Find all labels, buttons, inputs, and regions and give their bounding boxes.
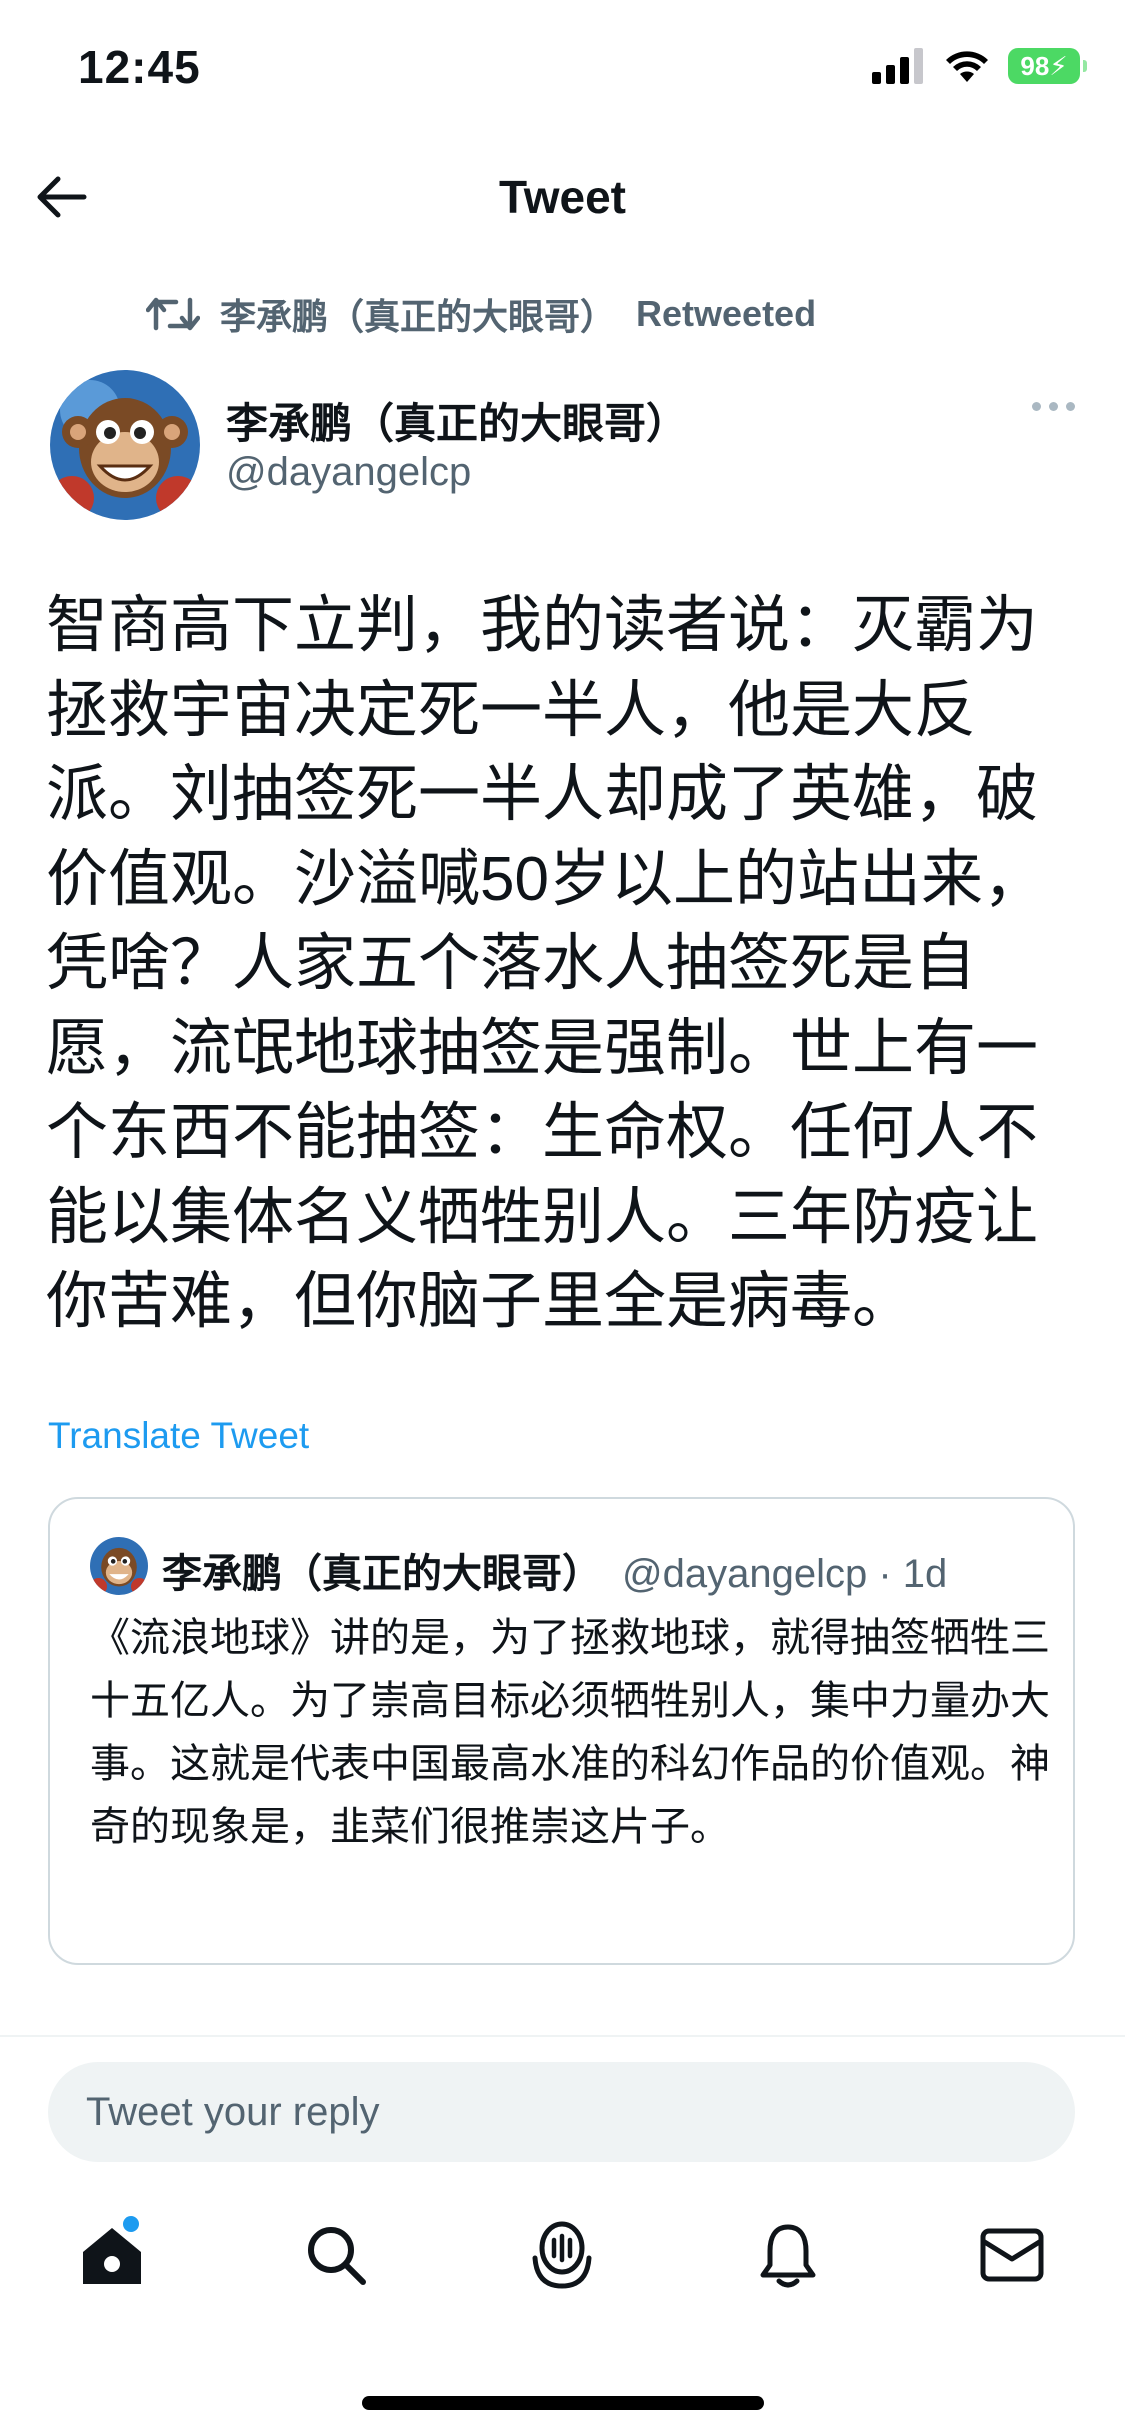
retweeted-label: Retweeted <box>636 293 817 334</box>
author-handle[interactable]: @dayangelcp <box>226 450 471 495</box>
charging-bolt: ⚡ <box>1049 50 1068 81</box>
dot <box>1066 402 1075 411</box>
search-icon <box>308 2227 366 2285</box>
quote-author-name: 李承鹏（真正的大眼哥） <box>162 1552 602 1596</box>
quote-handle-time: @dayangelcp · 1d <box>622 1552 948 1596</box>
monkey-avatar-icon <box>90 1537 148 1595</box>
battery-icon: 98 ⚡ <box>1008 48 1087 84</box>
home-icon <box>83 2228 141 2284</box>
dot <box>1032 402 1041 411</box>
tab-notifications[interactable] <box>743 2210 833 2300</box>
divider <box>0 2035 1125 2037</box>
quote-text: 《流浪地球》讲的是，为了拯救地球，就得抽签牺牲三十五亿人。为了崇高目标必须牺牲别… <box>90 1616 1050 1849</box>
battery-level: 98 <box>1020 50 1050 81</box>
tab-home[interactable] <box>67 2210 157 2300</box>
mail-icon <box>980 2228 1044 2282</box>
bottom-tab-bar <box>0 2210 1125 2320</box>
notification-dot <box>123 2216 139 2232</box>
more-options-icon[interactable] <box>1032 402 1075 411</box>
reply-input[interactable] <box>48 2062 1075 2162</box>
signal-icon <box>872 48 923 84</box>
monkey-avatar-icon <box>50 370 200 520</box>
bell-icon <box>760 2224 816 2288</box>
status-time: 12:45 <box>78 41 201 93</box>
tweet-text: 智商高下立判，我的读者说：灭霸为拯救宇宙决定死一半人，他是大反派。刘抽签死一半人… <box>46 591 1045 1336</box>
tab-spaces[interactable] <box>517 2210 607 2300</box>
tab-messages[interactable] <box>967 2210 1057 2300</box>
dot <box>1049 402 1058 411</box>
avatar[interactable] <box>50 370 200 520</box>
retweet-icon <box>146 297 200 331</box>
wifi-icon <box>946 51 988 82</box>
translate-tweet-link[interactable]: Translate Tweet <box>48 1415 309 1457</box>
retweet-indicator[interactable]: 李承鹏（真正的大眼哥） Retweeted <box>146 288 816 340</box>
quote-header: 李承鹏（真正的大眼哥） @dayangelcp · 1d <box>162 1541 947 1599</box>
page-title: Tweet <box>499 171 626 223</box>
author-name[interactable]: 李承鹏（真正的大眼哥） <box>226 390 688 451</box>
status-icons: 98 ⚡ <box>872 48 1087 84</box>
home-indicator <box>362 2396 764 2410</box>
quoted-tweet-card[interactable]: 李承鹏（真正的大眼哥） @dayangelcp · 1d 《流浪地球》讲的是，为了… <box>48 1497 1075 1965</box>
quote-avatar <box>90 1537 148 1595</box>
tab-search[interactable] <box>291 2210 381 2300</box>
retweeter-name[interactable]: 李承鹏（真正的大眼哥） <box>220 288 616 340</box>
spaces-icon <box>532 2221 592 2289</box>
